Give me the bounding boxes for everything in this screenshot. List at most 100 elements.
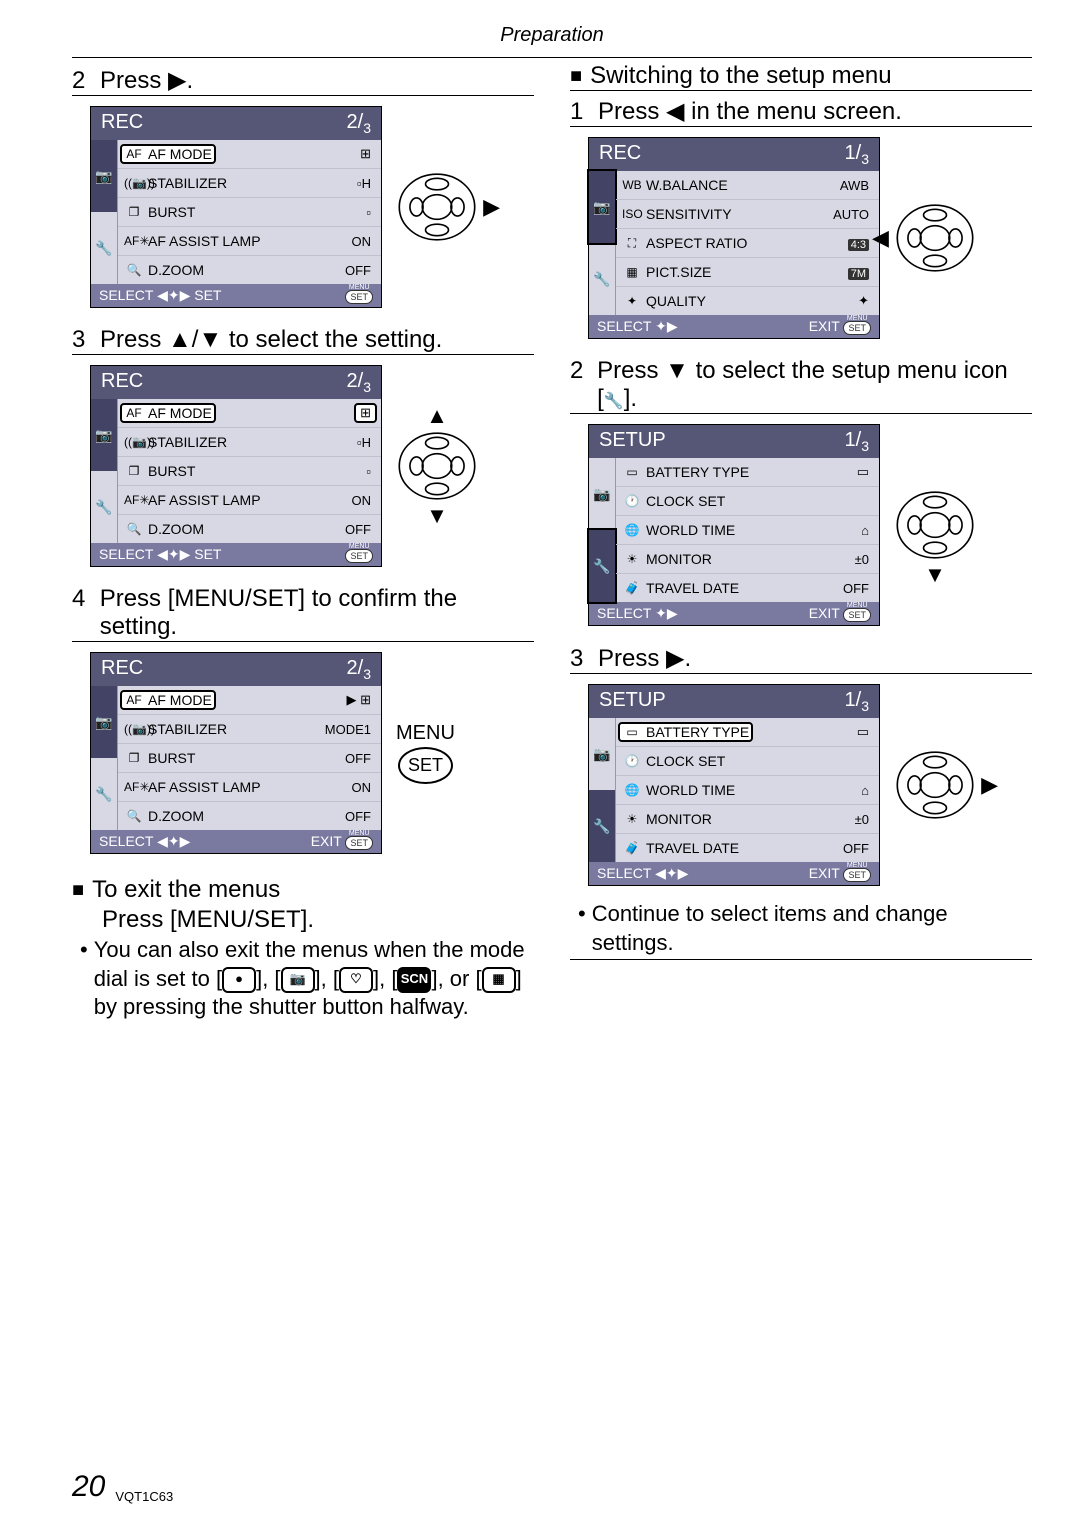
menu-row-label: 🌐WORLD TIME [620,522,737,538]
left-column: 2 Press ▶. REC2/3 📷 🔧 AFAF MODE⊞((📷))STA… [72,62,534,1450]
menu-row: 🧳TRAVEL DATE OFF [616,573,879,602]
mode-scn-icon: SCN [397,967,431,993]
menu-row: ISOSENSITIVITYAUTO [616,199,879,228]
page-number: 20 [72,1470,105,1504]
menu-row-label: ❐BURST [122,463,197,479]
camera-icon: 📷 [589,718,615,790]
switching-heading: ■ Switching to the setup menu [570,62,1032,91]
menu-row-label: ☀MONITOR [620,551,714,567]
right-column: ■ Switching to the setup menu 1 Press ◀ … [570,62,1032,1450]
menu-row-icon: 🌐 [622,523,642,537]
menu-row-value: OFF [341,751,375,766]
menu-row-icon: AF [124,147,144,161]
menu-row: AFAF MODE⊞ [118,140,381,168]
footer-right: SET [345,546,373,563]
menu-title: REC [101,111,143,136]
menu-row-value: ▶ ⊞ [342,692,375,708]
closing-note: •Continue to select items and change set… [578,900,1032,957]
menu-row-label: ((📷))STABILIZER [122,434,229,450]
section-header: Preparation [72,24,1032,47]
menu-row-icon: ▭ [622,725,642,739]
wrench-icon: 🔧 [589,790,615,862]
menu-row-value: ▭ [853,724,873,740]
setup-menu-1-3-b: SETUP1/3 📷 🔧 ▭BATTERY TYPE▭🕐CLOCK SET🌐WO… [588,684,880,886]
camera-icon: 📷 [589,171,615,243]
menu-row-label: 🌐WORLD TIME [620,782,737,798]
menu-row-icon: ❐ [124,464,144,478]
menu-title: SETUP [599,689,666,714]
menu-row: ✦QUALITY✦ [616,286,879,315]
menu-row-icon: 🔍 [124,809,144,823]
setup-menu-1-3-a: SETUP1/3 📷 🔧 ▭BATTERY TYPE▭🕐CLOCK SET🌐WO… [588,424,880,626]
menu-row-icon: AF✳ [124,234,144,248]
step-3: 3 Press ▲/▼ to select the setting. [72,326,534,355]
menu-row-label: AFAF MODE [122,405,214,421]
step-number: 4 [72,585,90,613]
menu-row-icon: ⛶ [622,236,642,251]
menu-row-label: ⛶ASPECT RATIO [620,235,749,251]
menu-row: ❐BURST ▫ [118,456,381,485]
menu-row-value: OFF [839,841,873,856]
menu-row-value: ±0 [851,552,873,567]
menu-row-label: ▦PICT.SIZE [620,264,713,280]
dpad-illustration: ▶ [396,166,478,248]
menu-row-label: 🧳TRAVEL DATE [620,580,741,596]
exit-note: • You can also exit the menus when the m… [80,936,534,1022]
menu-row-value: OFF [839,581,873,596]
menu-row: 🌐WORLD TIME⌂ [616,775,879,804]
step-text: Press [MENU/SET] to confirm the setting. [100,585,534,641]
menu-row-label: ✦QUALITY [620,293,708,309]
camera-icon: 📷 [91,140,117,212]
menu-page: 1/3 [845,689,869,714]
menu-row: AF✳AF ASSIST LAMPON [118,226,381,255]
menu-row-icon: 🧳 [622,581,642,595]
menu-row-label: ((📷))STABILIZER [122,721,229,737]
step-number: 1 [570,98,588,126]
left-arrow-icon: ◀ [872,225,889,251]
step-text: Press ◀ in the menu screen. [598,97,902,126]
step-text: Press ▲/▼ to select the setting. [100,326,442,354]
step-number: 3 [570,645,588,673]
menu-row-label: ((📷))STABILIZER [122,175,229,191]
step-number: 2 [570,357,587,385]
dpad-illustration: ▲▼ [396,425,478,507]
wrench-icon: 🔧 [91,471,117,543]
right-step-1: 1 Press ◀ in the menu screen. [570,97,1032,127]
footer-right: SET [345,287,373,304]
square-bullet-icon: ■ [72,879,84,902]
footer-left: SELECT ◀✦▶ SET [99,287,221,304]
menu-row-icon: ❐ [124,205,144,219]
menu-row: ❐BURST▫ [118,197,381,226]
menu-row-value: ▫ [362,464,375,479]
footer-left: SELECT ✦▶ [597,318,678,335]
dpad-illustration: ◀ [894,197,976,279]
footer-left: SELECT ◀✦▶ [597,865,688,882]
right-step-2: 2 Press ▼ to select the setup menu icon … [570,357,1032,414]
menu-row-value: 7M [844,265,873,280]
menu-title: SETUP [599,429,666,454]
menu-row-value: ON [348,780,376,795]
menu-row-icon: ❐ [124,751,144,765]
menu-row-label: ❐BURST [122,204,197,220]
menu-row-value: ▭ [853,464,873,480]
menu-row-label: AF✳AF ASSIST LAMP [122,779,263,795]
menu-row: ⛶ASPECT RATIO4:3 [616,228,879,257]
exit-instruction: Press [MENU/SET]. [102,906,534,934]
right-arrow-icon: ▶ [981,772,998,798]
menu-row: ((📷))STABILIZER▫H [118,427,381,456]
menu-row: WBW.BALANCEAWB [616,171,879,199]
menu-row-icon: AF✳ [124,493,144,507]
menu-row-value: ON [348,493,376,508]
menu-row-label: 🕐CLOCK SET [620,753,727,769]
menu-row-label: ☀MONITOR [620,811,714,827]
footer-right: EXIT SET [809,318,871,335]
step-text: Press ▼ to select the setup menu icon [🔧… [597,357,1032,413]
menu-row-icon: ☀ [622,552,642,566]
down-arrow-icon: ▼ [426,503,448,529]
step-number: 3 [72,326,90,354]
menu-row-value: OFF [341,809,375,824]
menu-row: AFAF MODE▶ ⊞ [118,686,381,714]
menu-row: ▭BATTERY TYPE▭ [616,458,879,486]
up-arrow-icon: ▲ [426,403,448,429]
dpad-illustration: ▼ [894,484,976,566]
